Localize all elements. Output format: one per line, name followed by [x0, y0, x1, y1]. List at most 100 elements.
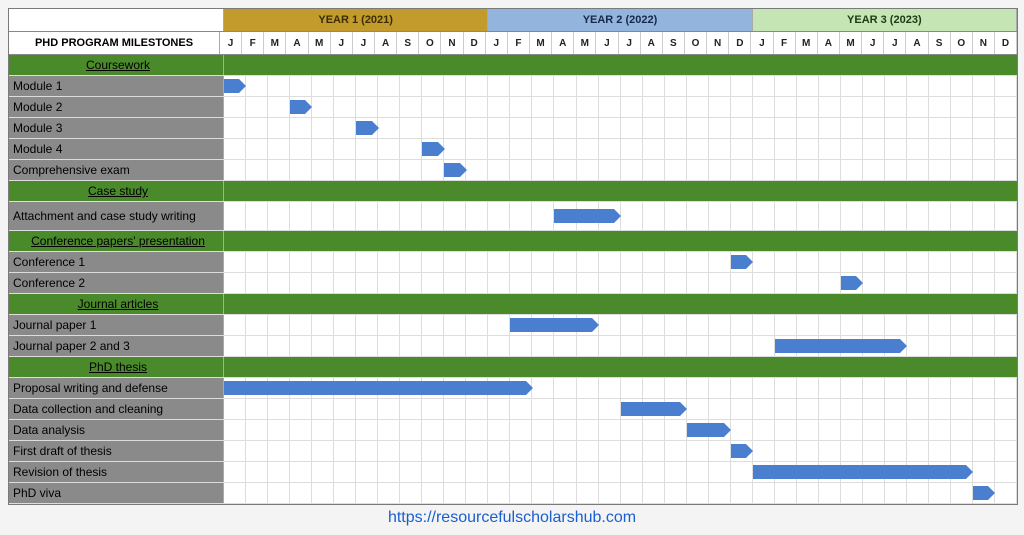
task-row: Revision of thesis [9, 462, 1017, 483]
task-label: Module 2 [9, 97, 224, 117]
month-header-cell: O [951, 32, 973, 54]
month-header-cell: F [774, 32, 796, 54]
task-row: Proposal writing and defense [9, 378, 1017, 399]
task-row: Comprehensive exam [9, 160, 1017, 181]
section-row: Coursework [9, 55, 1017, 76]
month-header-cell: J [884, 32, 906, 54]
grid-area [224, 118, 1017, 138]
month-header-cell: D [729, 32, 751, 54]
task-label: Revision of thesis [9, 462, 224, 482]
gantt-bar [224, 381, 526, 395]
section-row: Case study [9, 181, 1017, 202]
task-row: Attachment and case study writing [9, 202, 1017, 231]
grid-area [224, 55, 1017, 75]
grid-area [224, 294, 1017, 314]
grid-area [224, 441, 1017, 461]
task-label: Comprehensive exam [9, 160, 224, 180]
task-row: Module 2 [9, 97, 1017, 118]
gantt-bar [753, 465, 967, 479]
task-row: Conference 1 [9, 252, 1017, 273]
month-header-row: PHD PROGRAM MILESTONES JFMAMJJASONDJFMAM… [9, 31, 1017, 55]
month-header-cell: M [796, 32, 818, 54]
section-label: PhD thesis [9, 357, 224, 377]
month-header-cell: D [995, 32, 1017, 54]
chart-title: PHD PROGRAM MILESTONES [9, 32, 220, 54]
year-2-header: YEAR 2 (2022) [488, 9, 752, 31]
header-spacer [9, 9, 224, 31]
gantt-bar [554, 209, 613, 223]
gantt-bar [973, 486, 988, 500]
gantt-bar [356, 121, 371, 135]
task-row: Module 4 [9, 139, 1017, 160]
month-header-cell: A [375, 32, 397, 54]
month-header-cell: S [663, 32, 685, 54]
gantt-bar [621, 402, 680, 416]
month-header-cell: A [818, 32, 840, 54]
grid-area [224, 76, 1017, 96]
task-row: Conference 2 [9, 273, 1017, 294]
task-label: Module 4 [9, 139, 224, 159]
grid-area [224, 378, 1017, 398]
month-header-cell: M [309, 32, 331, 54]
month-header-cell: J [486, 32, 508, 54]
month-header-cell: J [751, 32, 773, 54]
month-header-cell: N [707, 32, 729, 54]
task-label: Proposal writing and defense [9, 378, 224, 398]
task-label: Conference 2 [9, 273, 224, 293]
month-header-cell: F [508, 32, 530, 54]
gantt-bar [841, 276, 856, 290]
gantt-bar [422, 142, 437, 156]
task-row: Module 1 [9, 76, 1017, 97]
month-header-cell: M [530, 32, 552, 54]
grid-area [224, 273, 1017, 293]
grid-area [224, 139, 1017, 159]
task-row: First draft of thesis [9, 441, 1017, 462]
year-3-header: YEAR 3 (2023) [753, 9, 1017, 31]
section-row: Journal articles [9, 294, 1017, 315]
grid-area [224, 181, 1017, 201]
grid-area [224, 202, 1017, 230]
month-header-cell: M [574, 32, 596, 54]
month-header-cell: A [906, 32, 928, 54]
task-label: Module 1 [9, 76, 224, 96]
month-header-cell: J [862, 32, 884, 54]
month-header-cell: N [441, 32, 463, 54]
month-header-cell: J [619, 32, 641, 54]
gantt-bar [224, 79, 239, 93]
month-header-cell: A [641, 32, 663, 54]
task-label: Journal paper 1 [9, 315, 224, 335]
month-header-cell: S [397, 32, 419, 54]
footer-link[interactable]: https://resourcefulscholarshub.com [8, 505, 1016, 527]
gantt-bar [290, 100, 305, 114]
grid-area [224, 462, 1017, 482]
task-row: Data collection and cleaning [9, 399, 1017, 420]
task-row: Journal paper 2 and 3 [9, 336, 1017, 357]
month-header-cell: J [596, 32, 618, 54]
task-row: Data analysis [9, 420, 1017, 441]
task-row: Module 3 [9, 118, 1017, 139]
section-label: Coursework [9, 55, 224, 75]
task-label: Journal paper 2 and 3 [9, 336, 224, 356]
task-label: Conference 1 [9, 252, 224, 272]
grid-area [224, 252, 1017, 272]
month-header-cell: J [220, 32, 242, 54]
task-row: PhD viva [9, 483, 1017, 504]
task-label: Module 3 [9, 118, 224, 138]
grid-area [224, 357, 1017, 377]
month-header-cell: F [242, 32, 264, 54]
gantt-bar [510, 318, 592, 332]
month-header-cell: O [419, 32, 441, 54]
year-header-row: YEAR 1 (2021) YEAR 2 (2022) YEAR 3 (2023… [9, 9, 1017, 31]
gantt-bar [775, 339, 901, 353]
section-label: Case study [9, 181, 224, 201]
month-header-cell: N [973, 32, 995, 54]
month-header-cell: S [929, 32, 951, 54]
month-header-cell: M [840, 32, 862, 54]
month-header-cell: D [464, 32, 486, 54]
task-label: PhD viva [9, 483, 224, 503]
gantt-bar [731, 255, 746, 269]
section-row: PhD thesis [9, 357, 1017, 378]
month-header-cell: O [685, 32, 707, 54]
gantt-chart: YEAR 1 (2021) YEAR 2 (2022) YEAR 3 (2023… [8, 8, 1018, 505]
grid-area [224, 231, 1017, 251]
